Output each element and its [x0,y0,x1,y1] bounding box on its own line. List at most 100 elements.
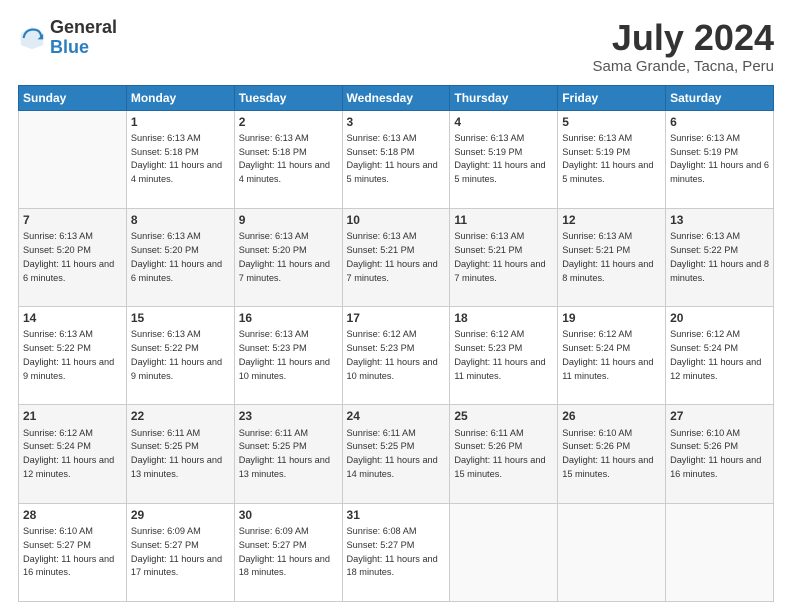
cell-sunrise: Sunrise: 6:09 AM [131,526,201,536]
cell-daylight: Daylight: 11 hours and 7 minutes. [239,259,330,283]
table-row: 18Sunrise: 6:12 AMSunset: 5:23 PMDayligh… [450,307,558,405]
day-number: 31 [347,507,446,523]
cell-sunset: Sunset: 5:26 PM [562,441,630,451]
day-number: 28 [23,507,122,523]
col-wednesday: Wednesday [342,85,450,110]
cell-daylight: Daylight: 11 hours and 18 minutes. [347,554,438,578]
cell-sunset: Sunset: 5:24 PM [23,441,91,451]
cell-sunrise: Sunrise: 6:12 AM [670,329,740,339]
logo-text: General Blue [50,18,117,58]
day-number: 4 [454,114,553,130]
cell-sunrise: Sunrise: 6:10 AM [670,428,740,438]
cell-daylight: Daylight: 11 hours and 9 minutes. [23,357,114,381]
col-tuesday: Tuesday [234,85,342,110]
cell-sunset: Sunset: 5:18 PM [239,147,307,157]
logo: General Blue [18,18,117,58]
table-row: 29Sunrise: 6:09 AMSunset: 5:27 PMDayligh… [126,503,234,601]
cell-sunset: Sunset: 5:24 PM [670,343,738,353]
table-row: 21Sunrise: 6:12 AMSunset: 5:24 PMDayligh… [19,405,127,503]
day-number: 5 [562,114,661,130]
cell-sunset: Sunset: 5:25 PM [131,441,199,451]
table-row [19,110,127,208]
day-number: 7 [23,212,122,228]
cell-sunset: Sunset: 5:19 PM [670,147,738,157]
cell-sunset: Sunset: 5:27 PM [347,540,415,550]
cell-sunrise: Sunrise: 6:11 AM [347,428,416,438]
cell-daylight: Daylight: 11 hours and 10 minutes. [239,357,330,381]
table-row: 31 Sunrise: 6:08 AM Sunset: 5:27 PM Dayligh… [342,503,450,601]
cell-daylight: Daylight: 11 hours and 12 minutes. [23,455,114,479]
table-row: 16Sunrise: 6:13 AMSunset: 5:23 PMDayligh… [234,307,342,405]
cell-sunset: Sunset: 5:19 PM [454,147,522,157]
cell-sunrise: Sunrise: 6:13 AM [454,133,524,143]
cell-sunrise: Sunrise: 6:12 AM [454,329,524,339]
table-row: 12Sunrise: 6:13 AMSunset: 5:21 PMDayligh… [558,208,666,306]
table-row: 15Sunrise: 6:13 AMSunset: 5:22 PMDayligh… [126,307,234,405]
location: Sama Grande, Tacna, Peru [593,58,775,75]
cell-daylight: Daylight: 11 hours and 17 minutes. [131,554,222,578]
day-number: 8 [131,212,230,228]
cell-sunrise: Sunrise: 6:11 AM [131,428,200,438]
cell-sunset: Sunset: 5:18 PM [131,147,199,157]
calendar-week-row: 7Sunrise: 6:13 AMSunset: 5:20 PMDaylight… [19,208,774,306]
day-number: 13 [670,212,769,228]
cell-daylight: Daylight: 11 hours and 4 minutes. [239,160,330,184]
table-row: 24Sunrise: 6:11 AMSunset: 5:25 PMDayligh… [342,405,450,503]
table-row: 30Sunrise: 6:09 AMSunset: 5:27 PMDayligh… [234,503,342,601]
cell-sunrise: Sunrise: 6:13 AM [23,231,93,241]
cell-sunrise: Sunrise: 6:08 AM [347,526,417,536]
cell-sunset: Sunset: 5:21 PM [562,245,630,255]
cell-sunset: Sunset: 5:23 PM [347,343,415,353]
day-number: 15 [131,310,230,326]
cell-daylight: Daylight: 11 hours and 8 minutes. [562,259,653,283]
table-row: 20Sunrise: 6:12 AMSunset: 5:24 PMDayligh… [666,307,774,405]
cell-sunrise: Sunrise: 6:11 AM [454,428,523,438]
table-row: 19Sunrise: 6:12 AMSunset: 5:24 PMDayligh… [558,307,666,405]
cell-sunrise: Sunrise: 6:09 AM [239,526,309,536]
col-monday: Monday [126,85,234,110]
day-number: 3 [347,114,446,130]
table-row: 17Sunrise: 6:12 AMSunset: 5:23 PMDayligh… [342,307,450,405]
cell-sunset: Sunset: 5:22 PM [23,343,91,353]
cell-daylight: Daylight: 11 hours and 14 minutes. [347,455,438,479]
table-row [558,503,666,601]
cell-sunrise: Sunrise: 6:13 AM [239,329,309,339]
cell-sunrise: Sunrise: 6:11 AM [239,428,308,438]
table-row: 10Sunrise: 6:13 AMSunset: 5:21 PMDayligh… [342,208,450,306]
cell-sunrise: Sunrise: 6:12 AM [23,428,93,438]
col-saturday: Saturday [666,85,774,110]
cell-daylight: Daylight: 11 hours and 6 minutes. [131,259,222,283]
day-number: 30 [239,507,338,523]
calendar-table: Sunday Monday Tuesday Wednesday Thursday… [18,85,774,602]
cell-daylight: Daylight: 11 hours and 18 minutes. [239,554,330,578]
table-row: 11Sunrise: 6:13 AMSunset: 5:21 PMDayligh… [450,208,558,306]
cell-sunrise: Sunrise: 6:12 AM [562,329,632,339]
day-number: 24 [347,408,446,424]
cell-daylight: Daylight: 11 hours and 12 minutes. [670,357,761,381]
table-row [450,503,558,601]
table-row: 14Sunrise: 6:13 AMSunset: 5:22 PMDayligh… [19,307,127,405]
cell-daylight: Daylight: 11 hours and 9 minutes. [131,357,222,381]
cell-daylight: Daylight: 11 hours and 16 minutes. [670,455,761,479]
cell-daylight: Daylight: 11 hours and 10 minutes. [347,357,438,381]
cell-sunrise: Sunrise: 6:13 AM [562,231,632,241]
day-number: 14 [23,310,122,326]
cell-sunset: Sunset: 5:22 PM [670,245,738,255]
cell-daylight: Daylight: 11 hours and 5 minutes. [347,160,438,184]
cell-sunset: Sunset: 5:21 PM [454,245,522,255]
logo-blue-text: Blue [50,38,117,58]
cell-sunrise: Sunrise: 6:13 AM [670,133,740,143]
cell-sunrise: Sunrise: 6:13 AM [131,133,201,143]
table-row: 25Sunrise: 6:11 AMSunset: 5:26 PMDayligh… [450,405,558,503]
table-row: 27Sunrise: 6:10 AMSunset: 5:26 PMDayligh… [666,405,774,503]
cell-sunrise: Sunrise: 6:13 AM [239,133,309,143]
month-title: July 2024 [593,18,775,58]
cell-daylight: Daylight: 11 hours and 11 minutes. [562,357,653,381]
day-number: 11 [454,212,553,228]
page: General Blue July 2024 Sama Grande, Tacn… [0,0,792,612]
cell-sunrise: Sunrise: 6:10 AM [23,526,93,536]
cell-sunrise: Sunrise: 6:13 AM [347,231,417,241]
cell-sunrise: Sunrise: 6:13 AM [131,329,201,339]
table-row: 28Sunrise: 6:10 AMSunset: 5:27 PMDayligh… [19,503,127,601]
cell-daylight: Daylight: 11 hours and 15 minutes. [454,455,545,479]
